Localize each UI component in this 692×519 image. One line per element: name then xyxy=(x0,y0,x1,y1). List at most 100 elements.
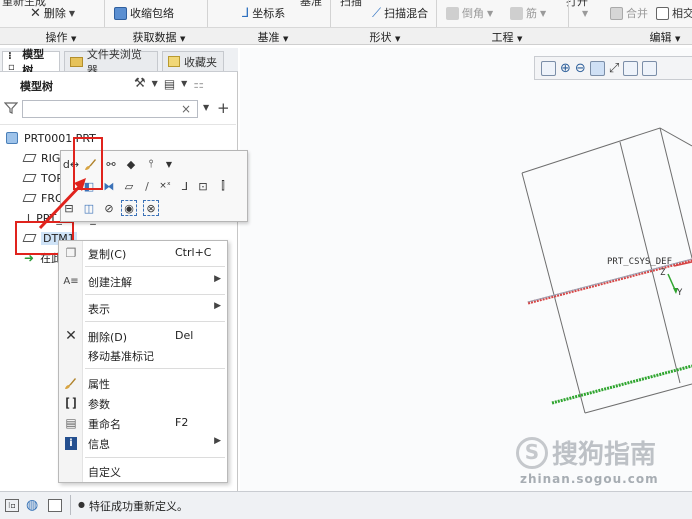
group-get-data-label: 获取数据 xyxy=(132,31,177,44)
graphics-area[interactable]: PRT_CSYS_DEF Z Y S 搜狗指南 zhinan.sogou.com xyxy=(240,48,692,491)
menu-item-delete[interactable]: ✕ 删除(D) Del xyxy=(59,326,227,346)
menu-item-represent[interactable]: 表示 ▶ xyxy=(59,298,227,318)
group-datum[interactable]: 基准 ▼ xyxy=(248,29,298,44)
zoom-out-icon[interactable]: ⊖ xyxy=(575,61,586,76)
pattern-icon[interactable]: ⫯ xyxy=(143,156,159,172)
clear-search-icon[interactable]: × xyxy=(181,102,191,116)
tab-model-tree[interactable]: ⁝▫ 模型树 xyxy=(2,48,60,77)
round-icon xyxy=(446,6,459,20)
plane-icon[interactable]: ▱ xyxy=(121,178,137,194)
menu-item-move-datum-tag[interactable]: 移动基准标记 xyxy=(59,345,227,365)
highlight-box-edit-definition xyxy=(73,137,103,190)
new-part-icon[interactable]: ◫ xyxy=(81,200,97,216)
curve-icon[interactable]: ⫿ xyxy=(215,178,231,194)
shrinkwrap-button[interactable]: 收缩包络 xyxy=(114,4,174,22)
sketch-icon[interactable]: ⊡ xyxy=(195,178,211,194)
round-button[interactable]: 倒角 ▼ xyxy=(446,4,493,22)
chevron-down-icon[interactable]: ▼ xyxy=(152,79,158,88)
ribbon-separator xyxy=(104,0,105,27)
menu-item-rename[interactable]: ▤ 重命名 F2 xyxy=(59,413,227,433)
sweep-blend-button[interactable]: ⟋ 扫描混合 xyxy=(372,4,428,22)
zoom-in-icon[interactable]: ⊕ xyxy=(560,61,571,76)
repaint-icon[interactable] xyxy=(589,60,605,76)
csys-button-label: 坐标系 xyxy=(252,7,286,20)
sweep-button-label[interactable]: 扫描 xyxy=(340,0,362,9)
view-toolbar: ⊕ ⊖ ⤢ xyxy=(534,56,692,80)
tree-settings-icon[interactable]: ⚒ xyxy=(134,76,146,91)
group-edit[interactable]: 编辑 ▼ xyxy=(640,29,690,44)
datum-plane-icon xyxy=(22,154,37,162)
menu-item-label: 信息 xyxy=(88,438,110,451)
info-icon: i xyxy=(65,437,77,450)
chevron-down-icon[interactable]: ▼ xyxy=(161,156,177,172)
chevron-down-icon[interactable]: ▼ xyxy=(181,79,187,88)
submenu-arrow-icon: ▶ xyxy=(214,301,221,311)
point-icon[interactable]: ×ˣ xyxy=(157,178,173,194)
menu-item-copy[interactable]: ❐ 复制(C) Ctrl+C xyxy=(59,243,227,263)
tree-search-input[interactable]: × xyxy=(22,100,198,118)
csys-icon: ⅃ xyxy=(242,5,250,21)
menu-item-parameters[interactable]: [] 参数 xyxy=(59,393,227,413)
rib-button[interactable]: 筋 ▼ xyxy=(510,4,546,22)
appearance-icon[interactable]: ◆ xyxy=(123,156,139,172)
orient-icon[interactable]: ⤢ xyxy=(609,61,619,76)
sogou-logo-icon: S xyxy=(516,436,548,469)
group-engineering[interactable]: 工程 ▼ xyxy=(482,29,532,44)
menu-item-label: 表示 xyxy=(88,303,110,316)
filter-icon[interactable] xyxy=(3,101,19,118)
rename-icon: ▤ xyxy=(65,416,77,430)
tab-favorites[interactable]: 收藏夹 xyxy=(162,51,224,71)
chevron-down-icon: ▼ xyxy=(180,35,186,43)
add-filter-icon[interactable]: + xyxy=(217,99,230,117)
watermark-brand: 搜狗指南 xyxy=(552,440,657,470)
menu-item-label: 属性 xyxy=(88,378,110,391)
ribbon-separator xyxy=(568,0,569,27)
merge-button[interactable]: 合并 xyxy=(610,4,648,22)
axis-icon[interactable]: / xyxy=(139,178,155,194)
menu-item-properties[interactable]: 属性 xyxy=(59,373,227,393)
group-shape[interactable]: 形状 ▼ xyxy=(360,29,410,44)
datum-button-label[interactable]: 基准 xyxy=(300,0,322,9)
browser-toggle-icon[interactable]: ◍ xyxy=(26,497,38,513)
tree-layout-icon[interactable]: ⚏ xyxy=(193,77,204,91)
reference-link-icon[interactable]: ⚯ xyxy=(103,156,119,172)
status-bar: ⁝▫ ◍ ● 特征成功重新定义。 xyxy=(0,491,692,519)
csys-button[interactable]: ⅃ 坐标系 xyxy=(242,4,285,22)
csys-icon[interactable]: ⅃ xyxy=(177,178,193,194)
tree-item-top[interactable]: TOP xyxy=(22,168,63,188)
group-datum-label: 基准 xyxy=(257,31,280,44)
tab-favorites-label: 收藏夹 xyxy=(184,55,217,69)
model-view xyxy=(521,127,692,414)
round-button-label: 倒角 xyxy=(462,7,484,20)
tab-folder-browser[interactable]: 文件夹浏览器 xyxy=(64,48,158,77)
menu-item-create-annotation[interactable]: A≡ 创建注解 ▶ xyxy=(59,271,227,291)
full-screen-icon[interactable] xyxy=(48,499,62,512)
menu-item-info[interactable]: i 信息 ▶ xyxy=(59,433,227,453)
hide-all-icon[interactable]: ⊗ xyxy=(143,200,159,216)
delete-button[interactable]: ✕ 删除 ▼ xyxy=(30,4,75,22)
saved-views-icon[interactable] xyxy=(623,60,639,76)
edit-dropdown[interactable]: ▼ xyxy=(582,4,588,22)
group-get-data[interactable]: 获取数据 ▼ xyxy=(124,29,194,44)
chevron-down-icon: ▼ xyxy=(68,8,76,18)
zoom-to-selected-icon[interactable]: ⊟ xyxy=(61,200,77,216)
refit-icon[interactable] xyxy=(541,60,556,76)
show-icon[interactable]: ◉ xyxy=(121,200,137,216)
menu-item-label: 复制(C) xyxy=(88,248,127,261)
mirror-icon[interactable]: ⧓ xyxy=(101,178,117,194)
group-operations[interactable]: 操作 ▼ xyxy=(36,29,86,44)
show-options-icon[interactable]: ▤ xyxy=(164,77,175,91)
display-style-icon[interactable] xyxy=(642,60,658,76)
datum-plane-icon xyxy=(22,174,37,182)
delete-x-icon: ✕ xyxy=(30,5,41,21)
ribbon-separator xyxy=(330,0,331,27)
navigator-tabs: ⁝▫ 模型树 文件夹浏览器 收藏夹 xyxy=(0,48,238,77)
hide-icon[interactable]: ⊘ xyxy=(101,200,117,216)
intersect-button[interactable]: 相交 xyxy=(656,4,692,22)
chevron-down-icon[interactable]: ▼ xyxy=(203,103,209,112)
ribbon: 重新生成 基准 扫描 打开 ✕ 删除 ▼ 收缩包络 ⅃ 坐标系 ⟋ 扫描混合 倒… xyxy=(0,0,692,27)
model-tree-toggle-icon[interactable]: ⁝▫ xyxy=(5,499,19,512)
annotation-icon: A≡ xyxy=(63,275,79,287)
menu-item-customize[interactable]: 自定义 xyxy=(59,461,227,481)
chevron-down-icon: ▼ xyxy=(71,35,77,43)
